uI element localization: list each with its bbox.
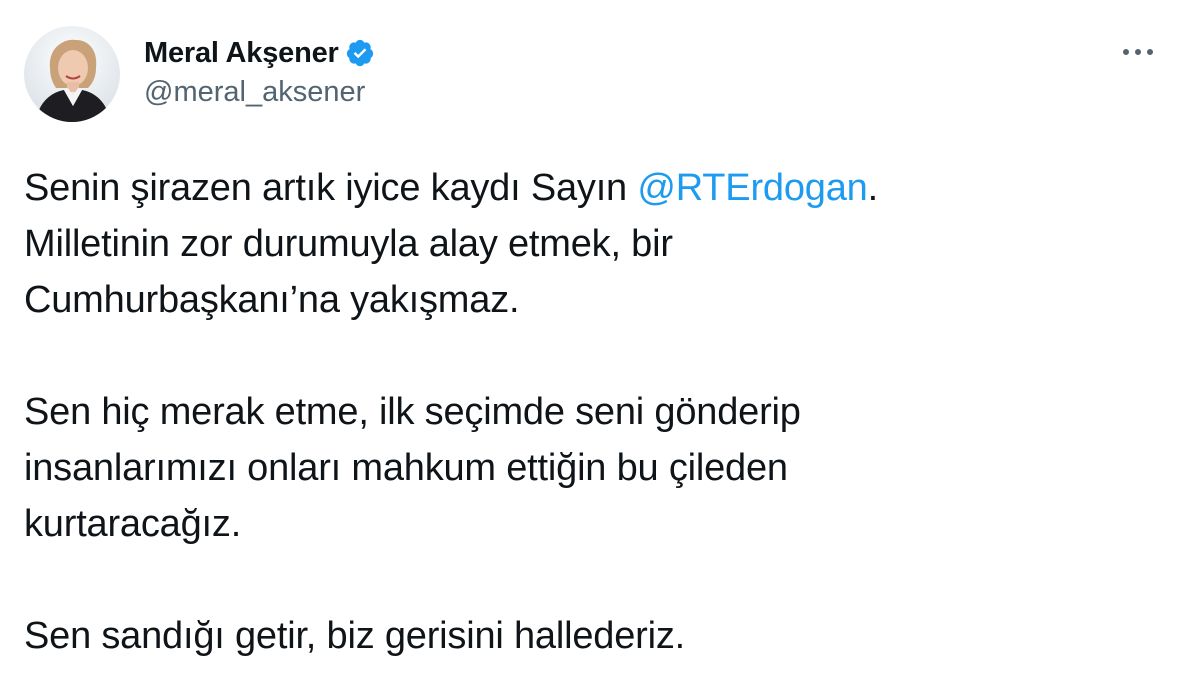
more-options-icon[interactable] — [1118, 40, 1158, 64]
verified-badge-icon — [345, 38, 375, 68]
p2-line2: insanlarımızı onları mahkum ettiğin bu ç… — [24, 447, 788, 489]
tweet-text: Senin şirazen artık iyice kaydı Sayın @R… — [24, 160, 1154, 664]
mention-link[interactable]: @RTErdogan — [637, 167, 867, 209]
author-block: Meral Akşener @meral_aksener — [144, 34, 375, 109]
p3-line1: Sen sandığı getir, biz gerisini halleder… — [24, 615, 686, 657]
paragraph-2: Sen hiç merak etme, ilk seçimde seni gön… — [24, 384, 1154, 552]
tweet-card: Meral Akşener @meral_aksener Senin şiraz… — [0, 0, 1184, 680]
avatar-image — [24, 26, 120, 122]
paragraph-3: Sen sandığı getir, biz gerisini halleder… — [24, 608, 1154, 664]
paragraph-1: Senin şirazen artık iyice kaydı Sayın @R… — [24, 160, 1154, 328]
handle[interactable]: @meral_aksener — [144, 76, 375, 109]
p1-line1-before: Senin şirazen artık iyice kaydı Sayın — [24, 167, 638, 209]
display-name-row: Meral Akşener — [144, 34, 375, 72]
p2-line3: kurtaracağız. — [24, 503, 242, 545]
display-name[interactable]: Meral Akşener — [144, 37, 339, 70]
p2-line1: Sen hiç merak etme, ilk seçimde seni gön… — [24, 391, 801, 433]
p1-line2: Milletinin zor durumuyla alay etmek, bir — [24, 223, 673, 265]
p1-line1-after: . — [867, 167, 879, 209]
avatar[interactable] — [24, 26, 120, 122]
p1-line3: Cumhurbaşkanı’na yakışmaz. — [24, 279, 520, 321]
